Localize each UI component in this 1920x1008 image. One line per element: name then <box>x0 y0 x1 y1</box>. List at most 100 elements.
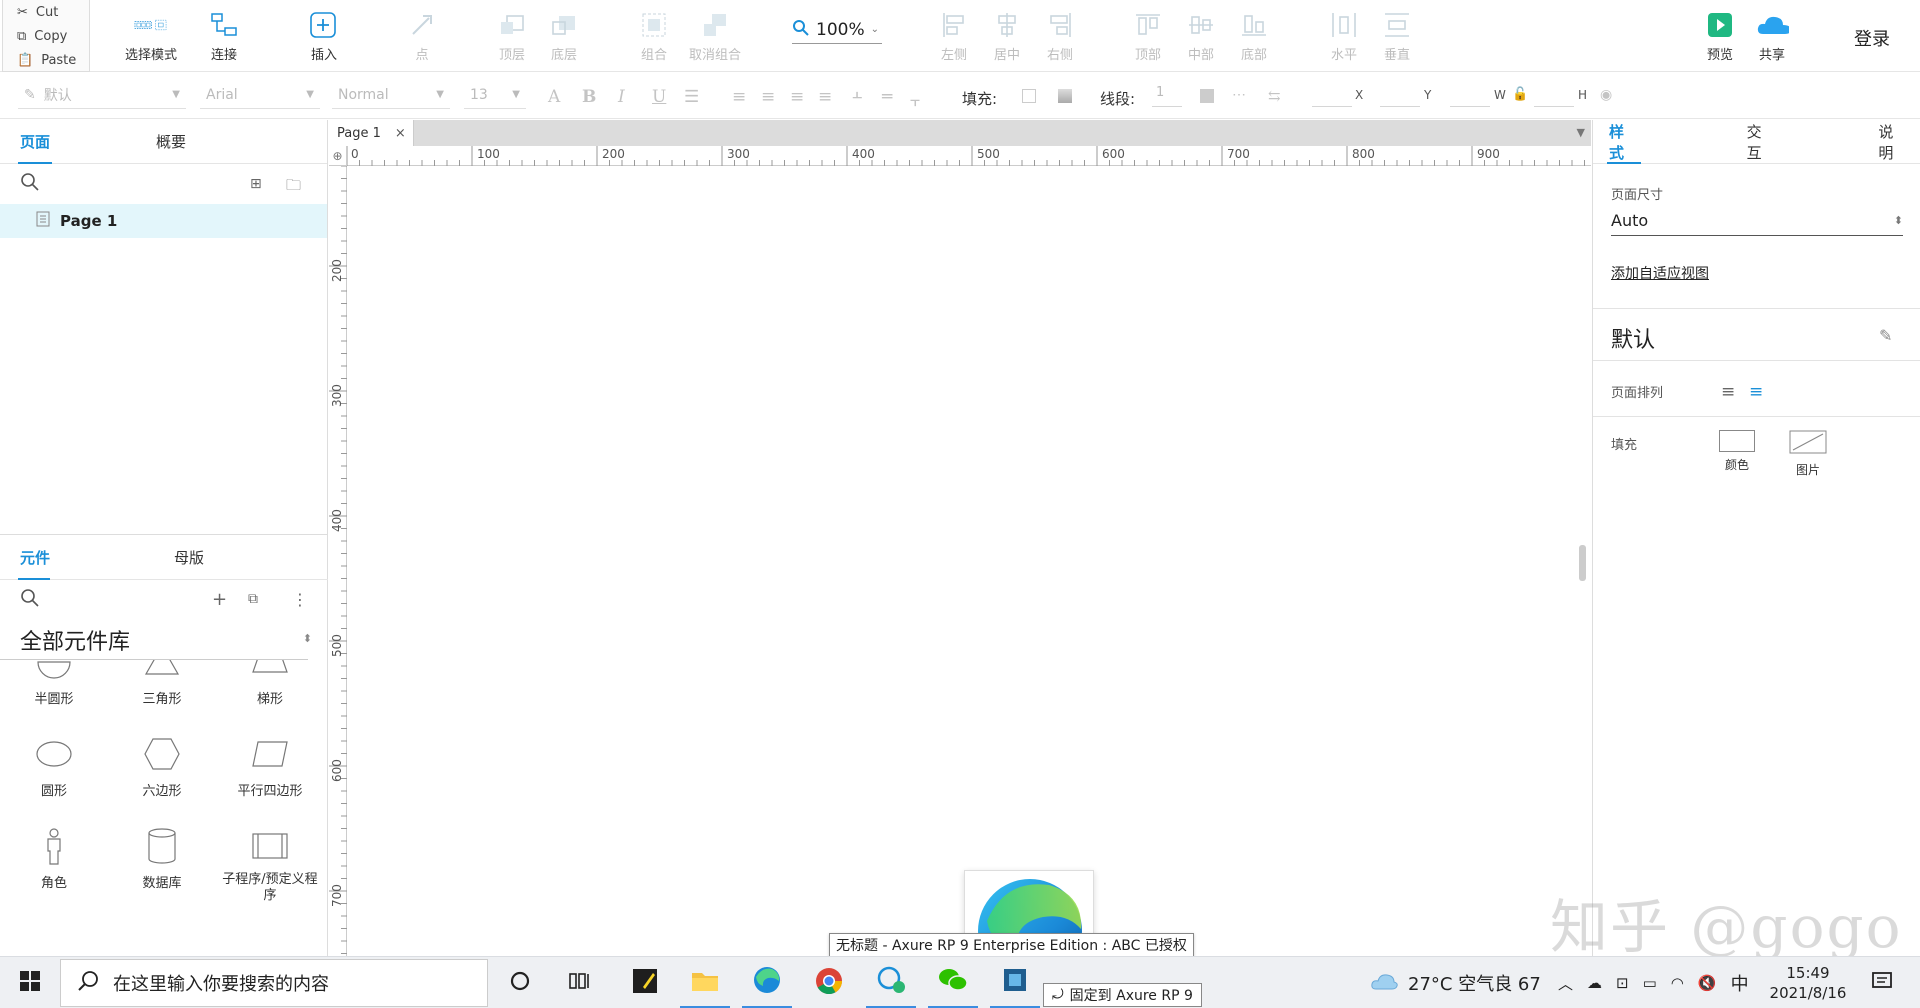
design-canvas[interactable]: Page 1 × ▼ ⊕ 0 100 200 300 400 500 600 7… <box>329 120 1591 956</box>
search-icon[interactable] <box>20 172 40 196</box>
volume-muted-icon[interactable]: 🔇 <box>1698 974 1717 992</box>
w-input[interactable] <box>1450 85 1490 107</box>
taskbar-app-file-explorer[interactable] <box>680 957 730 1008</box>
tab-pages[interactable]: 页面 <box>0 131 70 152</box>
align-page-center-icon[interactable]: ≡ <box>1749 382 1763 402</box>
weather-widget[interactable]: 27°C 空气良 67 <box>1370 957 1541 1008</box>
tab-overflow-chevron-icon[interactable]: ▼ <box>1577 126 1585 139</box>
align-page-left-icon[interactable]: ≡ <box>1721 382 1735 402</box>
taskbar-app-edge[interactable] <box>742 957 792 1008</box>
ime-indicator[interactable]: 中 <box>1731 970 1749 996</box>
ungroup-button[interactable]: 取消组合 <box>683 8 747 63</box>
close-icon[interactable]: × <box>395 126 406 141</box>
lock-icon[interactable]: 🔓 <box>1512 87 1528 102</box>
font-color-icon[interactable]: A <box>548 87 560 107</box>
shape-library-scroll[interactable]: 半圆形 三角形 梯形 圆形 六边形 平行四边形 角色 数据库 子程序/预定义程序 <box>0 660 328 980</box>
add-adaptive-view-link[interactable]: 添加自适应视图 <box>1611 263 1709 283</box>
clock[interactable]: 15:49 2021/8/16 <box>1766 961 1850 1005</box>
align-text-left-icon[interactable]: ≡ <box>732 87 746 107</box>
group-button[interactable]: 组合 <box>622 8 686 63</box>
font-weight-select[interactable]: Normal ▼ <box>332 81 450 109</box>
taskbar-app-chrome[interactable] <box>804 957 854 1008</box>
taskbar-app-sticky-notes[interactable] <box>620 957 670 1008</box>
taskbar-app-axure[interactable] <box>990 957 1040 1008</box>
select-mode-button[interactable]: 选择模式 <box>116 8 186 63</box>
edit-style-icon[interactable]: ✎ <box>1879 326 1892 345</box>
cut-button[interactable]: ✂ Cut <box>3 0 89 24</box>
font-size-select[interactable]: 13 ▼ <box>464 81 526 109</box>
shadow-swatch[interactable] <box>1058 89 1072 103</box>
align-text-center-icon[interactable]: ≡ <box>761 87 775 107</box>
valign-middle-icon[interactable]: ═ <box>882 87 892 107</box>
ruler-origin-crosshair-icon[interactable]: ⊕ <box>329 146 347 166</box>
add-library-icon[interactable]: + <box>212 589 227 610</box>
align-right-button[interactable]: 右侧 <box>1028 8 1092 63</box>
y-input[interactable] <box>1380 85 1420 107</box>
shape-trapezoid[interactable]: 梯形 <box>216 660 324 728</box>
style-select[interactable]: ✎ 默认 ▼ <box>18 81 186 109</box>
underline-icon[interactable]: U <box>652 87 666 107</box>
taskbar-app-wechat[interactable] <box>928 957 978 1008</box>
notification-center-button[interactable] <box>1862 957 1902 1008</box>
font-family-select[interactable]: Arial ▼ <box>200 81 320 109</box>
shape-actor[interactable]: 角色 <box>0 820 108 912</box>
shape-ellipse[interactable]: 圆形 <box>0 728 108 820</box>
library-select[interactable]: 全部元件库 ⬍ <box>0 620 312 660</box>
page-size-select[interactable]: Auto ⬍ <box>1611 206 1903 236</box>
taskbar-search-box[interactable]: 在这里输入你要搜索的内容 <box>60 959 488 1007</box>
fill-image-button[interactable]: 图片 <box>1789 430 1827 478</box>
tab-outline[interactable]: 概要 <box>136 131 206 152</box>
shape-triangle[interactable]: 三角形 <box>108 660 216 728</box>
shape-semicircle[interactable]: 半圆形 <box>0 660 108 728</box>
pin-to-taskbar-tooltip[interactable]: ⤾ 固定到 Axure RP 9 <box>1043 983 1202 1007</box>
valign-bottom-icon[interactable]: ⫟ <box>910 91 920 111</box>
chevron-up-icon[interactable]: ︿ <box>1558 973 1573 994</box>
insert-button[interactable]: 插入 <box>292 8 356 63</box>
task-view-button[interactable] <box>560 957 600 1008</box>
tab-style[interactable]: 样式 <box>1593 121 1651 163</box>
add-folder-icon[interactable]: 🗀 <box>286 175 301 200</box>
login-button[interactable]: 登录 <box>1854 25 1890 51</box>
shape-hexagon[interactable]: 六边形 <box>108 728 216 820</box>
cortana-button[interactable] <box>500 957 540 1008</box>
document-tab[interactable]: Page 1 × <box>329 120 414 146</box>
library-copy-icon[interactable]: ⧉ <box>248 591 258 607</box>
vertical-scrollbar-thumb[interactable] <box>1579 545 1586 581</box>
security-icon[interactable]: ⊡ <box>1616 974 1629 992</box>
valign-top-icon[interactable]: ⫠ <box>852 83 862 103</box>
battery-icon[interactable]: ▭ <box>1643 974 1657 992</box>
align-text-right-icon[interactable]: ≡ <box>790 87 804 107</box>
start-button[interactable] <box>0 957 60 1008</box>
page-tree-item[interactable]: Page 1 <box>0 204 327 238</box>
shape-database[interactable]: 数据库 <box>108 820 216 912</box>
x-input[interactable] <box>1312 85 1352 107</box>
arrow-style-icon[interactable]: ⇆ <box>1268 87 1281 105</box>
distribute-vertical-button[interactable]: 垂直 <box>1365 8 1429 63</box>
h-input[interactable] <box>1534 85 1574 107</box>
align-text-justify-icon[interactable]: ≡ <box>818 87 832 107</box>
stroke-color-swatch[interactable] <box>1200 89 1214 103</box>
tab-widgets[interactable]: 元件 <box>0 547 70 568</box>
visibility-eye-icon[interactable]: ◉ <box>1600 87 1612 103</box>
bold-icon[interactable]: B <box>582 87 596 107</box>
shape-parallelogram[interactable]: 平行四边形 <box>216 728 324 820</box>
wifi-icon[interactable]: ◠ <box>1671 974 1684 992</box>
copy-button[interactable]: ⧉ Copy <box>3 24 89 48</box>
italic-icon[interactable]: I <box>618 87 625 107</box>
tab-notes[interactable]: 说明 <box>1858 121 1920 163</box>
stroke-width-input[interactable]: 1 <box>1152 85 1182 107</box>
more-vertical-icon[interactable]: ⋮ <box>292 590 308 609</box>
connect-button[interactable]: 连接 <box>192 8 256 63</box>
point-button[interactable]: 点 <box>390 8 454 63</box>
share-button[interactable]: 共享 <box>1740 8 1804 63</box>
bullet-list-icon[interactable]: ☰ <box>684 87 699 107</box>
stroke-pattern-icon[interactable]: ⋯ <box>1232 87 1246 103</box>
align-bottom-button[interactable]: 底部 <box>1222 8 1286 63</box>
fill-color-button[interactable]: 颜色 <box>1719 430 1755 473</box>
onedrive-cloud-icon[interactable]: ☁ <box>1587 974 1602 992</box>
zoom-select[interactable]: 100% ⌄ <box>792 16 882 44</box>
tab-masters[interactable]: 母版 <box>154 547 224 568</box>
shape-subroutine[interactable]: 子程序/预定义程序 <box>216 820 324 912</box>
search-icon[interactable] <box>20 588 40 612</box>
fill-color-swatch[interactable] <box>1022 89 1036 103</box>
